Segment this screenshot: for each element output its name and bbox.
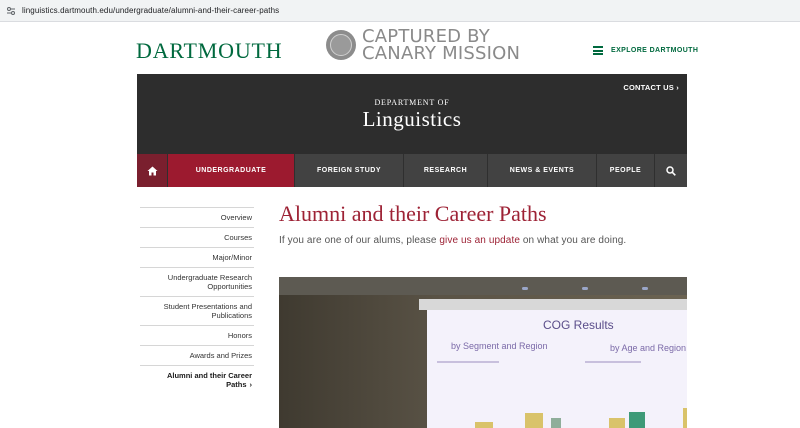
- home-button[interactable]: [137, 154, 168, 187]
- projected-slide: COG Results by Segment and Region by Age…: [427, 310, 687, 428]
- department-name[interactable]: Linguistics: [137, 107, 687, 132]
- site-header: DARTMOUTH CAPTURED BY CANARY MISSION EXP…: [0, 22, 800, 74]
- url-text[interactable]: linguistics.dartmouth.edu/undergraduate/…: [22, 6, 279, 15]
- chevron-right-icon: ›: [676, 83, 679, 92]
- sidebar-item-awards[interactable]: Awards and Prizes: [140, 345, 254, 365]
- sidebar-item-major-minor[interactable]: Major/Minor: [140, 247, 254, 267]
- slide-bar: [551, 418, 561, 428]
- sidebar-item-research-opportunities[interactable]: Undergraduate Research Opportunities: [140, 267, 254, 296]
- slide-bar: [475, 422, 493, 428]
- slide-bar: [629, 412, 645, 428]
- give-update-link[interactable]: give us an update: [439, 235, 520, 246]
- menu-icon: [593, 46, 603, 55]
- dartmouth-logo[interactable]: DARTMOUTH: [136, 38, 282, 64]
- intro-text: If you are one of our alums, please give…: [279, 235, 627, 246]
- slide-bar: [683, 408, 687, 428]
- nav-undergraduate[interactable]: UNDERGRADUATE: [168, 154, 295, 187]
- page-title: Alumni and their Career Paths: [279, 201, 547, 226]
- home-icon: [147, 166, 157, 175]
- sidebar-nav: Overview Courses Major/Minor Undergradua…: [140, 207, 254, 394]
- department-banner: CONTACT US › DEPARTMENT OF Linguistics: [137, 74, 687, 154]
- explore-dartmouth-button[interactable]: EXPLORE DARTMOUTH: [593, 46, 698, 55]
- sidebar-item-overview[interactable]: Overview: [140, 207, 254, 227]
- alumni-presentation-photo: COG Results by Segment and Region by Age…: [279, 277, 687, 428]
- nav-research[interactable]: RESEARCH: [404, 154, 488, 187]
- main-nav: UNDERGRADUATE FOREIGN STUDY RESEARCH NEW…: [137, 154, 687, 187]
- canary-mission-seal-icon: [326, 30, 356, 60]
- slide-right-heading: by Age and Region: [610, 343, 687, 353]
- chevron-right-icon: ›: [249, 380, 253, 389]
- watermark-line-2: CANARY MISSION: [362, 43, 521, 64]
- slide-left-heading: by Segment and Region: [451, 341, 548, 351]
- slide-bar: [525, 413, 543, 428]
- nav-news-events[interactable]: NEWS & EVENTS: [488, 154, 597, 187]
- slide-title: COG Results: [543, 318, 614, 332]
- explore-label: EXPLORE DARTMOUTH: [611, 47, 699, 54]
- slide-bar: [609, 418, 625, 428]
- search-button[interactable]: [655, 154, 687, 187]
- nav-people[interactable]: PEOPLE: [597, 154, 655, 187]
- nav-foreign-study[interactable]: FOREIGN STUDY: [295, 154, 404, 187]
- contact-us-link[interactable]: CONTACT US ›: [623, 83, 679, 92]
- site-settings-icon[interactable]: [4, 4, 18, 18]
- department-prefix: DEPARTMENT OF: [374, 98, 450, 107]
- sidebar-item-presentations[interactable]: Student Presentations and Publications: [140, 296, 254, 325]
- sidebar-item-honors[interactable]: Honors: [140, 325, 254, 345]
- browser-address-bar[interactable]: linguistics.dartmouth.edu/undergraduate/…: [0, 0, 800, 22]
- sidebar-item-courses[interactable]: Courses: [140, 227, 254, 247]
- canary-mission-watermark: CAPTURED BY CANARY MISSION: [326, 28, 521, 64]
- search-icon: [666, 165, 676, 176]
- sidebar-item-alumni[interactable]: Alumni and their Career Paths ›: [140, 365, 254, 394]
